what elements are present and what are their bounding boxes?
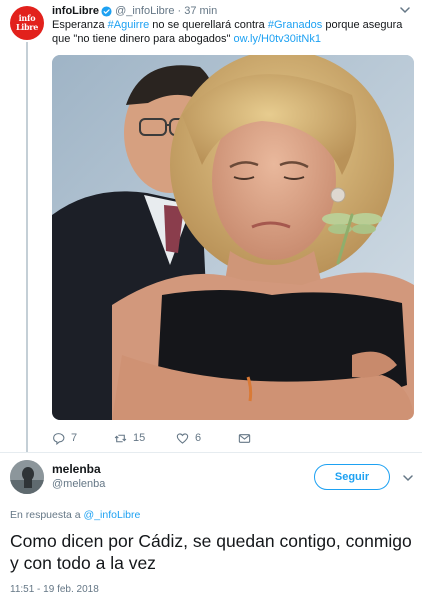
- like-count: 6: [195, 432, 202, 444]
- reply-count: 7: [71, 432, 78, 444]
- reply-icon: [53, 432, 65, 445]
- retweet-count: 15: [133, 432, 146, 444]
- url-link[interactable]: ow.ly/H0tv30itNk1: [234, 33, 321, 45]
- retweet-button[interactable]: 15: [114, 432, 176, 445]
- retweet-icon: [114, 434, 127, 442]
- main-tweet-text: Como dicen por Cádiz, se quedan contigo,…: [10, 531, 412, 573]
- tweet-photo[interactable]: [52, 55, 414, 420]
- tweet-divider: [0, 452, 422, 453]
- parent-tweet[interactable]: info Libre infoLibre @_infoLibre · 37 mi…: [0, 0, 422, 452]
- parent-display-name[interactable]: infoLibre: [52, 5, 99, 17]
- reply-to-handle-link[interactable]: @_infoLibre: [84, 509, 141, 521]
- follow-button[interactable]: Seguir: [314, 464, 390, 490]
- infolibre-avatar[interactable]: info Libre: [10, 6, 44, 40]
- melenba-avatar[interactable]: [10, 460, 44, 494]
- tweet-action-bar: 7 15 6: [52, 430, 251, 446]
- hashtag-link[interactable]: #Aguirre: [108, 19, 150, 31]
- parent-timestamp[interactable]: 37 min: [184, 5, 217, 17]
- reply-context: En respuesta a @_infoLibre: [10, 509, 141, 521]
- like-icon: [176, 432, 189, 444]
- direct-message-icon: [238, 433, 251, 443]
- main-tweet-timestamp[interactable]: 11:51 - 19 feb. 2018: [10, 584, 99, 595]
- like-button[interactable]: 6: [176, 432, 238, 445]
- parent-tweet-header: infoLibre @_infoLibre · 37 min: [52, 4, 402, 18]
- verified-badge-icon: [101, 5, 112, 17]
- thread-connector-line: [26, 42, 28, 452]
- author-handle[interactable]: @melenba: [52, 478, 105, 490]
- author-display-name[interactable]: melenba: [52, 462, 101, 476]
- parent-handle[interactable]: @_infoLibre: [115, 5, 174, 17]
- separator-dot: ·: [177, 5, 182, 17]
- direct-message-button[interactable]: [238, 432, 251, 445]
- hashtag-link[interactable]: #Granados: [268, 19, 322, 31]
- chevron-down-icon[interactable]: [403, 474, 413, 482]
- parent-tweet-text: Esperanza #Aguirre no se querellará cont…: [52, 19, 403, 45]
- chevron-down-icon[interactable]: [400, 6, 410, 14]
- reply-button[interactable]: 7: [52, 432, 114, 445]
